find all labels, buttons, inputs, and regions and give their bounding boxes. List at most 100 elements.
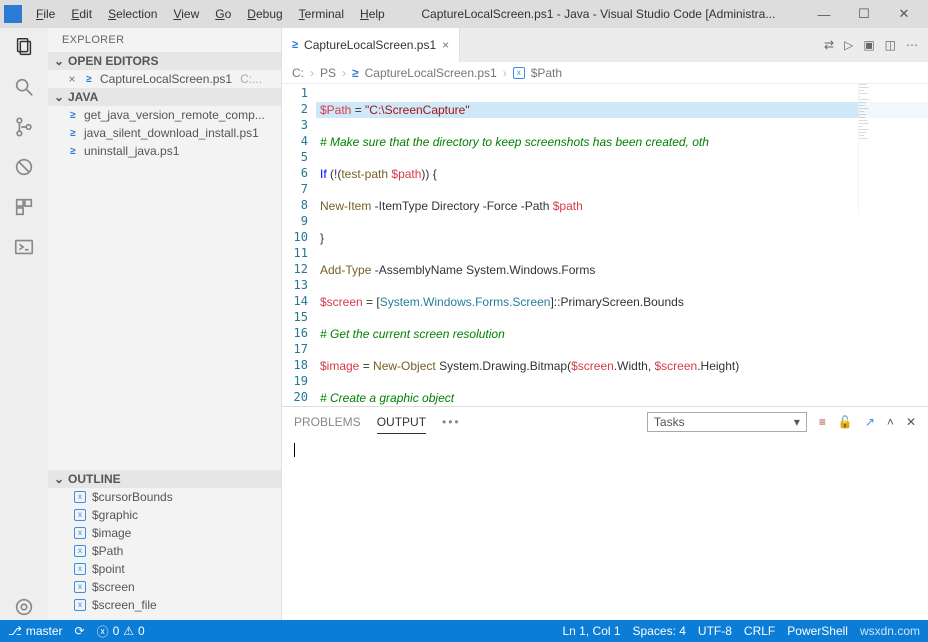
folder-header[interactable]: ⌄ JAVA [48, 88, 281, 106]
ps-file-icon: ≥ [292, 39, 298, 51]
watermark: wsxdn.com [860, 624, 920, 638]
outline-label: OUTLINE [68, 472, 121, 486]
variable-icon: x [74, 545, 86, 557]
open-editor-hint: C:... [240, 72, 262, 86]
source-control-icon[interactable] [11, 114, 37, 140]
status-bar: ⎇master ⟳ ⓧ0 ⚠0 Ln 1, Col 1 Spaces: 4 UT… [0, 620, 928, 642]
lock-scroll-icon[interactable]: 🔓 [838, 415, 853, 429]
code-editor[interactable]: $Path = "C:\ScreenCapture" # Make sure t… [316, 84, 928, 406]
line-gutter: 1234567891011121314151617181920 [282, 84, 316, 406]
search-icon[interactable] [11, 74, 37, 100]
outline-item[interactable]: x$image [48, 524, 281, 542]
file-item[interactable]: ≥java_silent_download_install.ps1 [48, 124, 281, 142]
outline-item[interactable]: x$screen_file [48, 596, 281, 614]
chevron-down-icon: ⌄ [54, 54, 64, 68]
menu-selection[interactable]: Selection [100, 7, 165, 21]
close-tab-icon[interactable]: × [442, 38, 449, 52]
outline-item[interactable]: x$cursorBounds [48, 488, 281, 506]
variable-icon: x [74, 599, 86, 611]
eol[interactable]: CRLF [744, 624, 775, 638]
chevron-down-icon: ⌄ [54, 472, 64, 486]
minimap[interactable]: ▬▬▬▬▬▬▬▬▬▬▬▬▬▬▬▬▬▬▬▬▬▬▬▬▬▬▬▬▬▬▬▬▬▬▬▬▬▬▬▬… [858, 84, 928, 214]
more-panels-icon[interactable]: ••• [442, 415, 461, 429]
outline-item[interactable]: x$screen [48, 578, 281, 596]
close-icon[interactable]: × [66, 72, 78, 86]
folder-label: JAVA [68, 90, 98, 104]
clear-output-icon[interactable]: ≡ [819, 415, 826, 429]
explorer-icon[interactable] [11, 34, 37, 60]
menu-debug[interactable]: Debug [239, 7, 290, 21]
explorer-title: EXPLORER [48, 28, 281, 52]
variable-icon: x [74, 581, 86, 593]
vscode-icon [4, 5, 22, 23]
output-body[interactable] [282, 437, 928, 620]
compare-icon[interactable]: ⇄ [824, 38, 834, 52]
extensions-icon[interactable] [11, 194, 37, 220]
powershell-icon[interactable] [11, 234, 37, 260]
cursor-position[interactable]: Ln 1, Col 1 [563, 624, 621, 638]
collapse-panel-icon[interactable]: ˄ [887, 415, 894, 429]
open-editor-item[interactable]: × ≥ CaptureLocalScreen.ps1 C:... [48, 70, 281, 88]
variable-icon: x [74, 563, 86, 575]
sync-icon[interactable]: ⟳ [75, 624, 85, 638]
menu-view[interactable]: View [165, 7, 207, 21]
settings-icon[interactable] [11, 594, 37, 620]
activity-bar [0, 28, 48, 620]
chevron-down-icon: ▾ [794, 415, 800, 429]
open-editors-header[interactable]: ⌄ OPEN EDITORS [48, 52, 281, 70]
ps-file-icon: ≥ [66, 126, 80, 140]
chevron-down-icon: ⌄ [54, 90, 64, 104]
ps-file-icon: ≥ [66, 144, 80, 158]
panel: PROBLEMS OUTPUT ••• Tasks ▾ ≡ 🔓 ↗ ˄ ✕ [282, 406, 928, 620]
menu-terminal[interactable]: Terminal [291, 7, 352, 21]
panel-tab-output[interactable]: OUTPUT [377, 411, 426, 434]
open-editor-name: CaptureLocalScreen.ps1 [100, 72, 232, 86]
git-branch[interactable]: ⎇master [8, 624, 63, 638]
window-title: CaptureLocalScreen.ps1 - Java - Visual S… [393, 7, 804, 21]
title-bar: File Edit Selection View Go Debug Termin… [0, 0, 928, 28]
encoding[interactable]: UTF-8 [698, 624, 732, 638]
variable-icon: x [74, 527, 86, 539]
indentation[interactable]: Spaces: 4 [633, 624, 686, 638]
outline-item[interactable]: x$Path [48, 542, 281, 560]
minimize-button[interactable]: — [804, 7, 844, 22]
variable-icon: x [513, 67, 525, 79]
error-icon: ⓧ [97, 623, 109, 640]
file-item[interactable]: ≥uninstall_java.ps1 [48, 142, 281, 160]
open-log-icon[interactable]: ↗ [865, 415, 875, 429]
panel-tab-problems[interactable]: PROBLEMS [294, 411, 361, 433]
ps-file-icon: ≥ [66, 108, 80, 122]
menu-file[interactable]: File [28, 7, 63, 21]
language-mode[interactable]: PowerShell [787, 624, 848, 638]
editor-area: ≥ CaptureLocalScreen.ps1 × ⇄ ▷ ▣ ◫ ⋯ C:›… [282, 28, 928, 620]
tabs-row: ≥ CaptureLocalScreen.ps1 × ⇄ ▷ ▣ ◫ ⋯ [282, 28, 928, 62]
branch-icon: ⎇ [8, 624, 22, 638]
menu-go[interactable]: Go [207, 7, 239, 21]
menu-help[interactable]: Help [352, 7, 393, 21]
open-editors-label: OPEN EDITORS [68, 54, 158, 68]
close-button[interactable]: ✕ [884, 6, 924, 22]
close-panel-icon[interactable]: ✕ [906, 415, 916, 429]
panel-tabs: PROBLEMS OUTPUT ••• Tasks ▾ ≡ 🔓 ↗ ˄ ✕ [282, 407, 928, 437]
output-channel-dropdown[interactable]: Tasks ▾ [647, 412, 807, 432]
maximize-button[interactable]: ☐ [844, 6, 884, 22]
split-editor-icon[interactable]: ◫ [885, 38, 896, 52]
editor-tab[interactable]: ≥ CaptureLocalScreen.ps1 × [282, 28, 460, 62]
ps-file-icon: ≥ [82, 72, 96, 86]
run-selection-icon[interactable]: ▣ [863, 38, 874, 52]
menu-edit[interactable]: Edit [63, 7, 100, 21]
tab-label: CaptureLocalScreen.ps1 [304, 38, 436, 52]
outline-header[interactable]: ⌄ OUTLINE [48, 470, 281, 488]
run-icon[interactable]: ▷ [844, 38, 853, 52]
sidebar: EXPLORER ⌄ OPEN EDITORS × ≥ CaptureLocal… [48, 28, 282, 620]
file-item[interactable]: ≥get_java_version_remote_comp... [48, 106, 281, 124]
variable-icon: x [74, 491, 86, 503]
breadcrumb[interactable]: C:› PS› ≥ CaptureLocalScreen.ps1› x $Pat… [282, 62, 928, 84]
more-actions-icon[interactable]: ⋯ [906, 38, 918, 52]
variable-icon: x [74, 509, 86, 521]
debug-icon[interactable] [11, 154, 37, 180]
warning-icon: ⚠ [123, 624, 134, 638]
outline-item[interactable]: x$point [48, 560, 281, 578]
outline-item[interactable]: x$graphic [48, 506, 281, 524]
problems-status[interactable]: ⓧ0 ⚠0 [97, 623, 145, 640]
